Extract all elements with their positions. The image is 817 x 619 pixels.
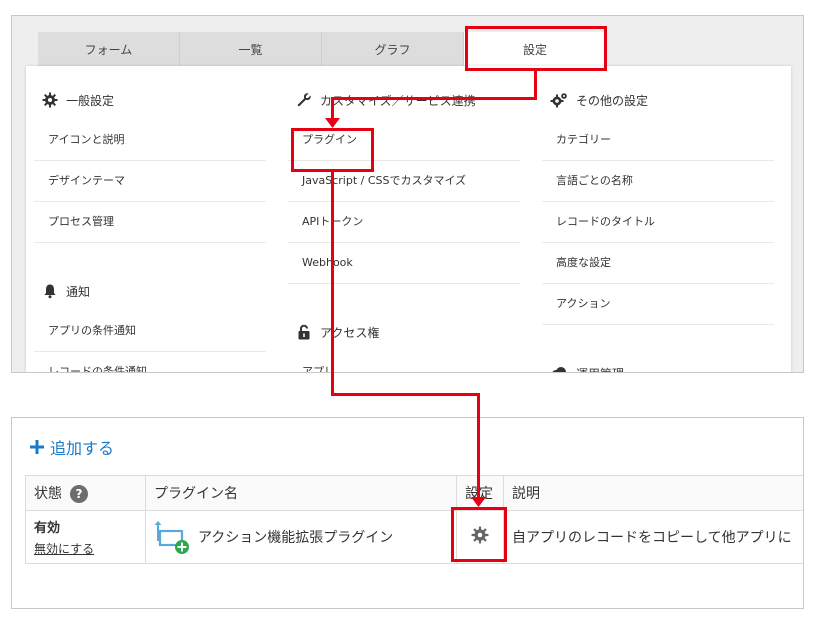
link-icon-description[interactable]: アイコンと説明 [34, 120, 266, 161]
link-app-access[interactable]: アプリ [288, 352, 520, 372]
tab-form[interactable]: フォーム [38, 32, 180, 66]
app-settings-panel: フォーム 一覧 グラフ 設定 一般設定 アイコンと説明 デザインテーマ プロセス… [11, 15, 804, 373]
cloud-icon [552, 367, 566, 372]
section-access-title: アクセス権 [320, 325, 380, 340]
settings-column-general: 一般設定 アイコンと説明 デザインテーマ プロセス管理 通知 アプリの条件通知 … [34, 66, 266, 372]
link-record-title[interactable]: レコードのタイトル [542, 202, 774, 243]
plugin-action-icon [154, 521, 189, 554]
section-other-title: その他の設定 [576, 93, 649, 108]
add-plugin-link[interactable]: 追加する [28, 435, 114, 459]
link-language-names[interactable]: 言語ごとの名称 [542, 161, 774, 202]
plugin-status-cell: 有効 無効にする [25, 510, 146, 564]
link-process-management[interactable]: プロセス管理 [34, 202, 266, 243]
annotation-arrowhead [471, 497, 486, 507]
section-notice-header: 通知 [34, 271, 266, 311]
link-record-condition-notice[interactable]: レコードの条件通知 [34, 352, 266, 372]
plugin-table: 状態? プラグイン名 設定 説明 有効 無効にする [25, 475, 803, 564]
plugin-name-cell: アクション機能拡張プラグイン [145, 510, 457, 564]
section-operation-header: 運用管理 [542, 353, 774, 373]
unlock-icon [298, 324, 310, 340]
section-general-header: 一般設定 [34, 80, 266, 120]
section-access-header: アクセス権 [288, 312, 520, 352]
section-notice-title: 通知 [66, 284, 91, 299]
settings-column-customize: カスタマイズ／サービス連携 プラグイン JavaScript / CSSでカスタ… [288, 66, 520, 372]
link-webhook[interactable]: Webhook [288, 243, 520, 284]
header-plugin-name: プラグイン名 [145, 475, 457, 511]
tab-list[interactable]: 一覧 [180, 32, 322, 66]
header-status-label: 状態 [34, 486, 62, 502]
link-advanced-settings[interactable]: 高度な設定 [542, 243, 774, 284]
help-icon[interactable]: ? [70, 485, 88, 503]
plugin-table-header-row: 状態? プラグイン名 設定 説明 [25, 475, 803, 511]
wrench-icon [297, 93, 311, 107]
link-category[interactable]: カテゴリー [542, 120, 774, 161]
link-design-theme[interactable]: デザインテーマ [34, 161, 266, 202]
highlight-plugin-link [291, 128, 374, 172]
annotation-line [331, 172, 334, 395]
section-other-header: その他の設定 [542, 80, 774, 120]
highlight-plugin-setting [451, 507, 507, 562]
add-plugin-label: 追加する [50, 439, 115, 458]
link-app-condition-notice[interactable]: アプリの条件通知 [34, 311, 266, 352]
header-status: 状態? [25, 475, 146, 511]
plugin-description: 自アプリのレコードをコピーして他アプリに [503, 510, 803, 564]
annotation-arrowhead [325, 118, 340, 128]
gears-icon [550, 93, 567, 108]
link-api-token[interactable]: APIトークン [288, 202, 520, 243]
highlight-settings-tab [465, 26, 607, 71]
annotation-line [477, 393, 480, 499]
link-action[interactable]: アクション [542, 284, 774, 325]
section-customize-title: カスタマイズ／サービス連携 [320, 93, 476, 108]
settings-column-other: その他の設定 カテゴリー 言語ごとの名称 レコードのタイトル 高度な設定 アクシ… [542, 66, 774, 373]
plus-icon [30, 440, 44, 454]
annotation-line [534, 71, 537, 99]
status-enabled: 有効 [34, 521, 61, 536]
section-operation-title: 運用管理 [576, 365, 624, 373]
plugin-list-panel: 追加する 状態? プラグイン名 設定 説明 有効 無効にする [11, 417, 804, 609]
settings-content: 一般設定 アイコンと説明 デザインテーマ プロセス管理 通知 アプリの条件通知 … [26, 66, 791, 373]
annotation-line [331, 97, 537, 100]
gear-icon [42, 92, 58, 108]
header-description: 説明 [503, 475, 803, 511]
annotation-line [331, 393, 480, 396]
table-row: 有効 無効にする アクション機能拡張プラグイン 自アプリのレコードをコピーして他… [25, 510, 803, 564]
plugin-name: アクション機能拡張プラグイン [198, 530, 394, 546]
disable-plugin-link[interactable]: 無効にする [34, 540, 94, 557]
section-customize-header: カスタマイズ／サービス連携 [288, 80, 520, 120]
tab-graph[interactable]: グラフ [322, 32, 464, 66]
bell-icon [44, 284, 56, 299]
section-general-title: 一般設定 [66, 93, 115, 108]
